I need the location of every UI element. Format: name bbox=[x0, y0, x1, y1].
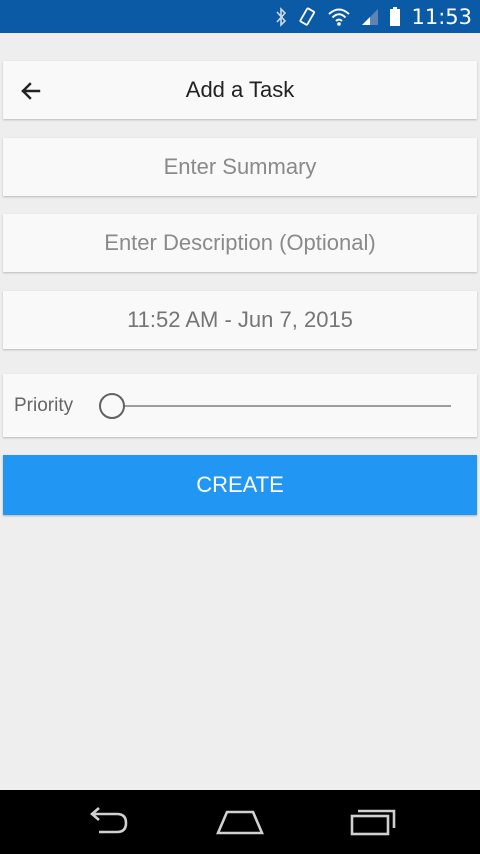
datetime-card[interactable]: 11:52 AM - Jun 7, 2015 bbox=[3, 291, 477, 349]
arrow-left-icon[interactable] bbox=[17, 77, 45, 105]
navigation-bar bbox=[0, 790, 480, 854]
summary-input[interactable] bbox=[3, 137, 477, 197]
wifi-icon bbox=[327, 7, 351, 27]
create-button[interactable]: CREATE bbox=[3, 455, 477, 515]
description-card bbox=[3, 213, 477, 273]
clock: 11:53 bbox=[411, 4, 472, 29]
battery-icon bbox=[389, 6, 401, 27]
priority-slider[interactable] bbox=[99, 393, 451, 419]
description-input[interactable] bbox=[3, 213, 477, 273]
priority-label: Priority bbox=[14, 394, 74, 416]
datetime-picker[interactable]: 11:52 AM - Jun 7, 2015 bbox=[127, 307, 353, 333]
signal-icon bbox=[361, 8, 379, 26]
status-bar: 11:53 bbox=[0, 0, 480, 33]
header-card: Add a Task bbox=[3, 61, 477, 119]
slider-track[interactable] bbox=[113, 405, 451, 407]
home-icon[interactable] bbox=[200, 797, 280, 847]
rotation-icon bbox=[297, 7, 317, 27]
recents-icon[interactable] bbox=[333, 797, 413, 847]
page-title: Add a Task bbox=[185, 77, 295, 102]
bluetooth-icon bbox=[275, 6, 287, 27]
priority-card: Priority bbox=[3, 374, 477, 437]
back-icon[interactable] bbox=[67, 797, 147, 847]
summary-card bbox=[3, 137, 477, 197]
slider-thumb[interactable] bbox=[99, 393, 125, 419]
